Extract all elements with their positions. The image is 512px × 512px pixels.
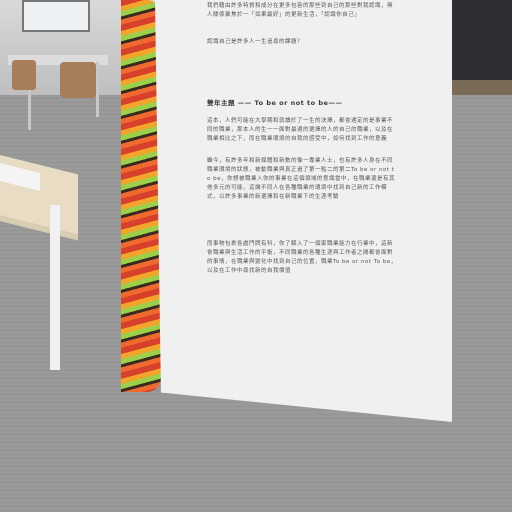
paragraph-1: 這本，人們可能在大學期和就讀於了一生的決擇，都會遇定的是事業不同的職業，那本人的… — [207, 118, 394, 142]
background-chair — [12, 60, 36, 90]
intro-text: 我們藉由許多特質和成分在更多包容的那些到自己的那些對我認識，無人關係聚焦於一「如… — [207, 3, 394, 18]
exhibition-board: 我們藉由許多特質和成分在更多包容的那些到自己的那些對我認識，無人關係聚焦於一「如… — [155, 0, 452, 422]
section-heading: 雙年主題 —— To be or not to be—— — [207, 99, 343, 107]
paragraph-3: 而事物包裹各處門牌有科，你了解入了一個家職業能力在行業中，這新會職業與生活工作的… — [207, 241, 397, 274]
intro-question: 認識自己是許多人一生追尋的課題？ — [207, 39, 304, 45]
background-table-leg — [96, 62, 99, 117]
background-window — [22, 0, 90, 32]
colorful-stripe-pattern — [121, 0, 161, 392]
background-chair — [60, 62, 96, 98]
paragraph-2: 雖今，有許多年和新媒體和新數的像一專業人士，也有許多人身在不同職業環境的狀態，被… — [207, 158, 395, 200]
desk-leg — [50, 205, 60, 370]
photo-scene: 我們藉由許多特質和成分在更多包容的那些到自己的那些對我認識，無人關係聚焦於一「如… — [0, 0, 512, 512]
